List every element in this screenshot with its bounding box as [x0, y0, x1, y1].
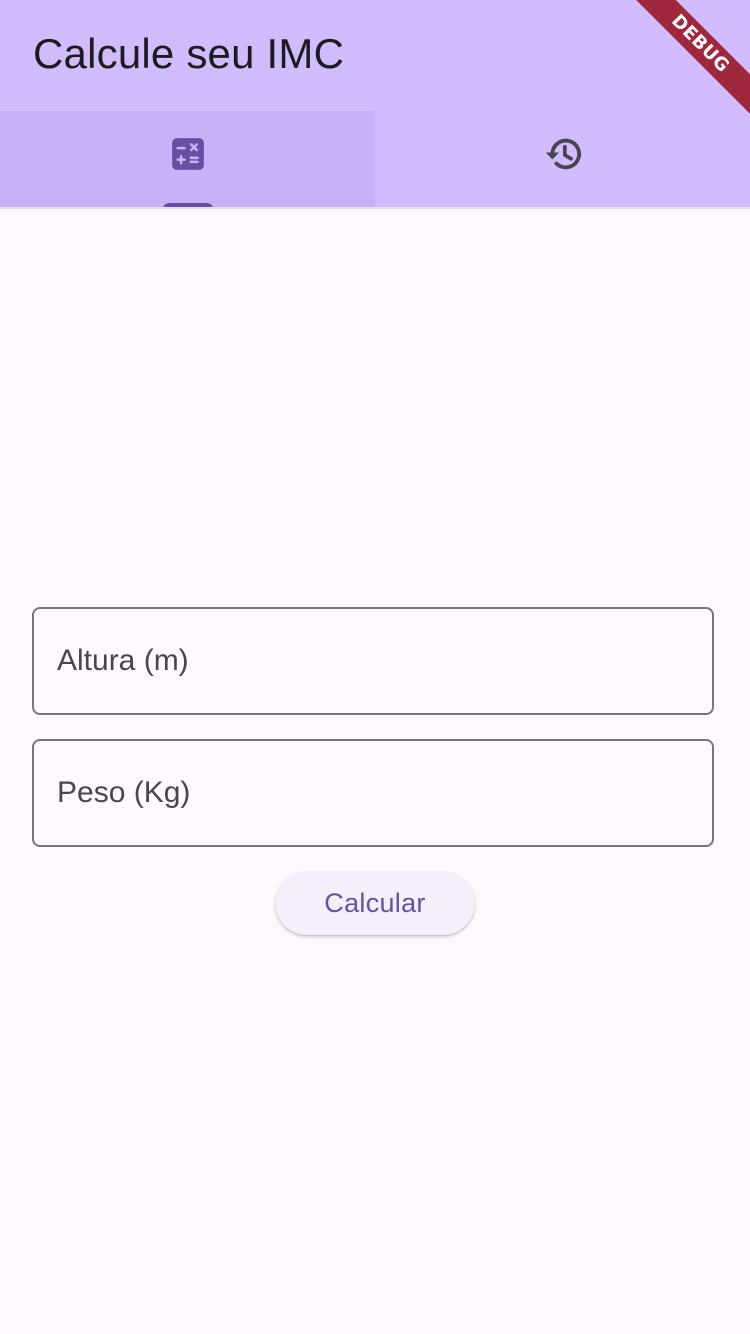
tab-bar-divider [0, 207, 750, 209]
peso-field[interactable] [32, 739, 714, 847]
tab-history[interactable] [375, 111, 750, 207]
calculate-icon [169, 135, 207, 178]
debug-ribbon-label: DEBUG [619, 0, 750, 125]
history-icon [541, 132, 585, 181]
tab-bar [0, 111, 750, 209]
tab-calculator[interactable] [0, 111, 375, 209]
peso-input[interactable] [34, 741, 712, 845]
page-title: Calcule seu IMC [33, 30, 345, 77]
altura-field[interactable] [32, 607, 714, 715]
altura-input[interactable] [34, 609, 712, 713]
app-bar: Calcule seu IMC DEBUG [0, 0, 750, 209]
calculate-button[interactable]: Calcular [275, 871, 475, 935]
